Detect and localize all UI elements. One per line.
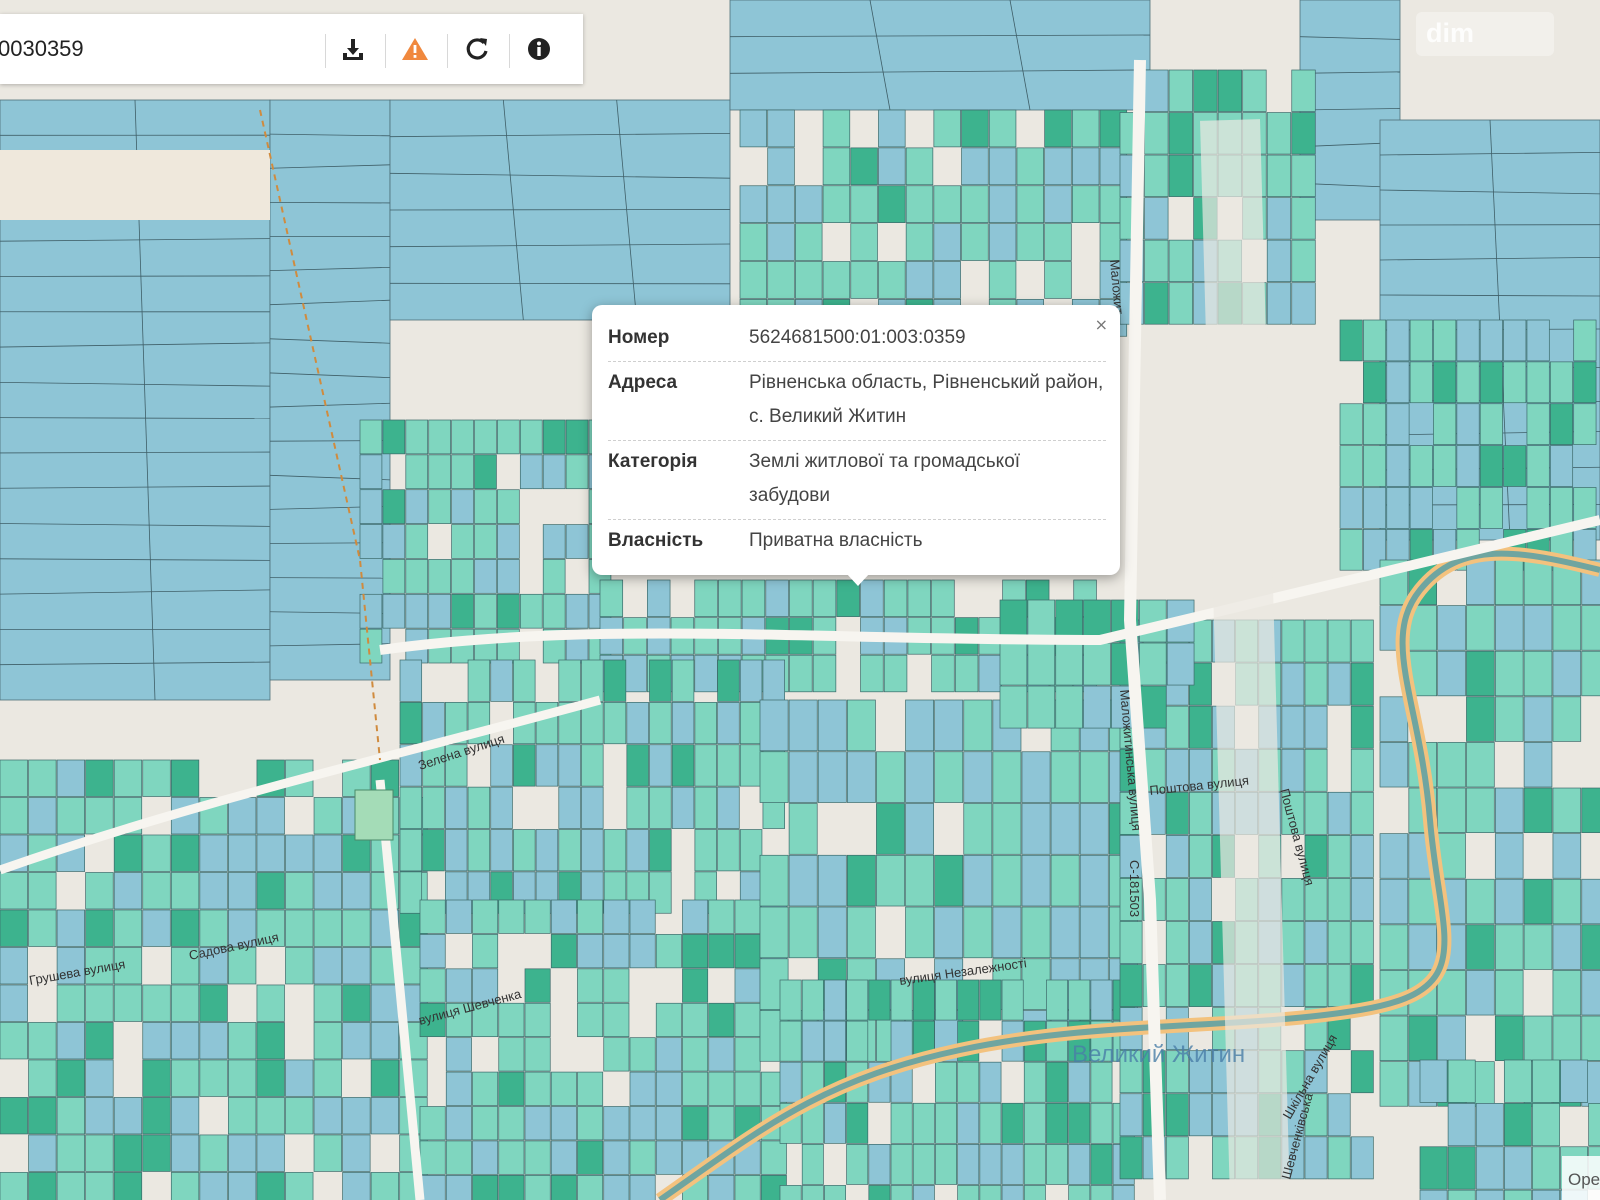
- warning-icon: [402, 38, 428, 60]
- parcel-category-label: Категорія: [608, 451, 698, 472]
- parcel-number-row: Номер 5624681500:01:003:0359: [608, 317, 1106, 362]
- parcel-category-value: Землі житлової та громадської забудови: [749, 451, 1021, 506]
- watermark-logo: dim: [1416, 12, 1554, 56]
- cadastral-map[interactable]: Зелена вулицяСадова вулицяГрушева вулиця…: [0, 0, 1600, 1200]
- toolbar-separator: [325, 34, 326, 68]
- report-problem-button[interactable]: [392, 26, 438, 72]
- info-button[interactable]: [516, 26, 562, 72]
- info-icon: [528, 38, 550, 60]
- toolbar-separator: [509, 34, 510, 68]
- street-label: С-181503: [1127, 860, 1142, 917]
- map-attribution[interactable]: Ope: [1562, 1156, 1600, 1200]
- search-toolbar: 0030359: [0, 14, 583, 84]
- parcel-category-row: Категорія Землі житлової та громадської …: [608, 441, 1106, 520]
- village-label: Великий Житин: [1072, 1041, 1245, 1068]
- parcel-ownership-row: Власність Приватна власність: [608, 520, 1106, 564]
- toolbar-separator: [385, 34, 386, 68]
- download-button[interactable]: [330, 26, 376, 72]
- parcel-address-value: Рівненська область, Рівненський район, с…: [749, 372, 1104, 427]
- parcel-number-label: Номер: [608, 327, 670, 348]
- download-icon: [343, 39, 363, 60]
- refresh-button[interactable]: [454, 26, 500, 72]
- parcel-address-row: Адреса Рівненська область, Рівненський р…: [608, 362, 1106, 441]
- parcel-address-label: Адреса: [608, 372, 678, 393]
- parcel-info-table: Номер 5624681500:01:003:0359 Адреса Рівн…: [608, 317, 1106, 564]
- parcel-ownership-label: Власність: [608, 530, 704, 551]
- parcel-info-popup: × Номер 5624681500:01:003:0359 Адреса Рі…: [592, 305, 1120, 575]
- parcel-ownership-value: Приватна власність: [749, 530, 923, 551]
- watermark-text: dim: [1426, 18, 1475, 48]
- parcel-number-value: 5624681500:01:003:0359: [749, 327, 966, 348]
- search-input[interactable]: 0030359: [0, 36, 84, 62]
- toolbar-separator: [447, 34, 448, 68]
- popup-pointer: [846, 573, 870, 586]
- refresh-icon: [466, 38, 488, 60]
